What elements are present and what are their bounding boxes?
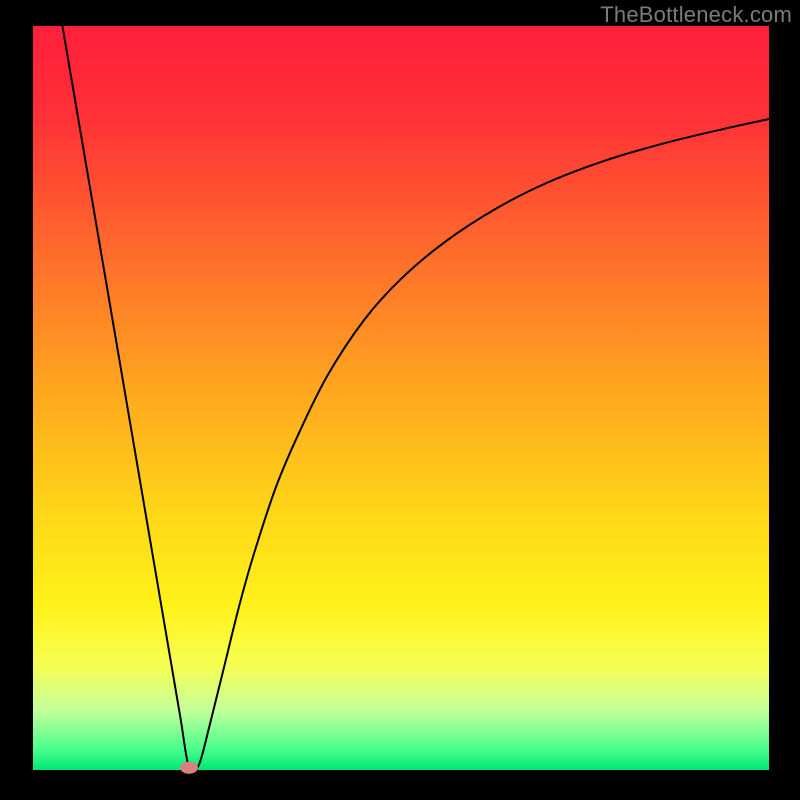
bottleneck-chart [0,0,800,800]
optimal-point-marker [180,762,198,774]
watermark-text: TheBottleneck.com [600,2,792,28]
chart-frame: TheBottleneck.com [0,0,800,800]
plot-background [33,26,769,770]
